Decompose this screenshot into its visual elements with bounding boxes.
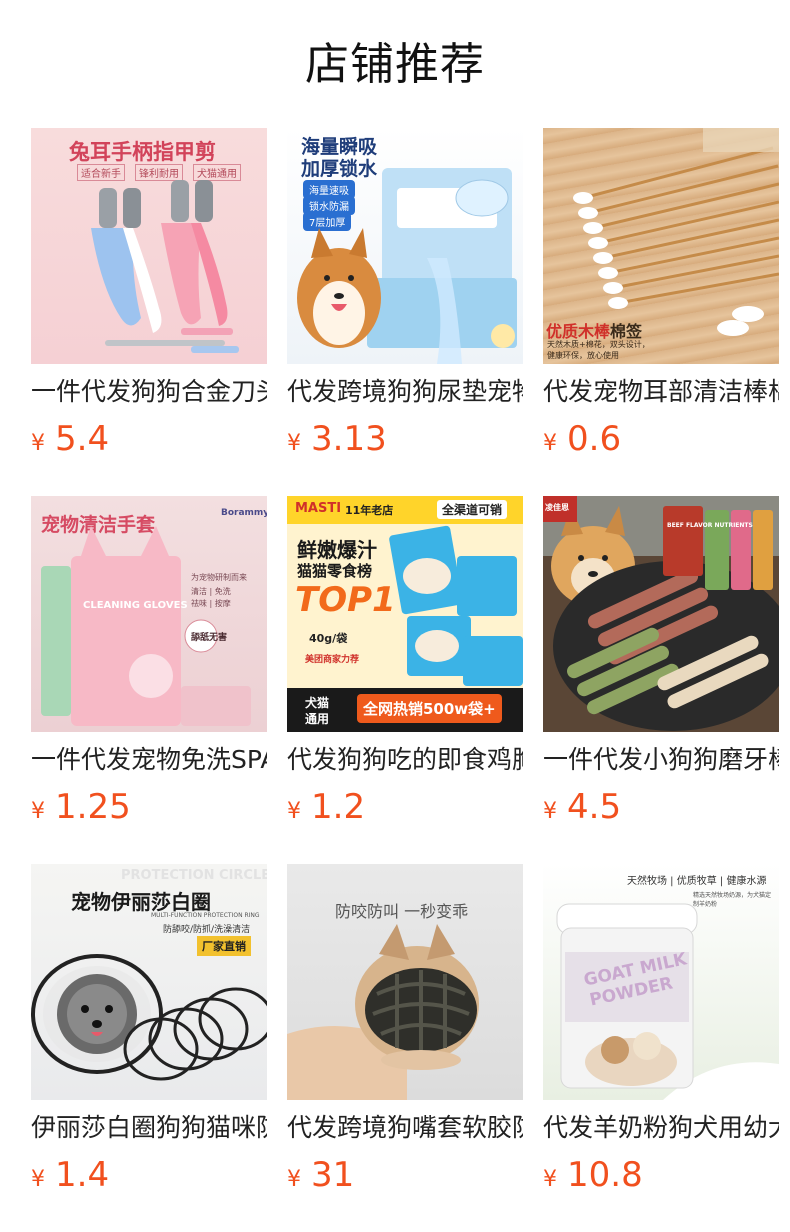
pee-pad-illustration: [297, 168, 517, 364]
product-image[interactable]: 宠物清洁手套 Borammy CLEANING GLOVES 为宠物研制而来 清…: [31, 496, 267, 732]
price-value: 3.13: [311, 419, 387, 459]
currency-symbol: ¥: [287, 799, 301, 824]
product-price: ¥1.2: [287, 784, 523, 836]
price-value: 0.6: [567, 419, 622, 459]
pack-label: CLEANING GLOVES: [83, 600, 188, 611]
product-image[interactable]: 海量瞬吸 加厚锁水 海量速吸 锁水防漏 7层加厚: [287, 128, 523, 364]
image-feature: 祛味 | 按摩: [191, 599, 231, 608]
product-name[interactable]: 代发狗狗吃的即食鸡胸肉: [287, 744, 523, 776]
product-card[interactable]: 防咬防叫 一秒变乖 代发跨境狗嘴套软胶防咬 ¥31: [287, 864, 523, 1204]
product-card[interactable]: PROTECTION CIRCLE 宠物伊丽莎白圈 MULTI-FUNCTION…: [31, 864, 267, 1204]
side-label: 犬猫: [305, 696, 330, 710]
product-card[interactable]: 兔耳手柄指甲剪 适合新手 锋利耐用 犬猫通用 一件代发狗狗合金刀 ¥ 5.4: [31, 128, 267, 468]
currency-symbol: ¥: [31, 1167, 45, 1192]
muzzle-illustration: [287, 924, 479, 1100]
product-name[interactable]: 代发宠物耳部清洁棒棉签: [543, 376, 779, 408]
product-price: ¥5.4: [31, 416, 267, 468]
currency-symbol: ¥: [287, 1167, 301, 1192]
product-price: ¥10.8: [543, 1152, 779, 1204]
glove-pack-illustration: [41, 526, 251, 726]
product-image[interactable]: MASTI 11年老店 全渠道可销 鲜嫩爆汁 猫猫零食榜 TOP1 40g/袋 …: [287, 496, 523, 732]
product-price: ¥3.13: [287, 416, 523, 468]
price-value: 1.4: [55, 1155, 110, 1195]
product-grid: 兔耳手柄指甲剪 适合新手 锋利耐用 犬猫通用 一件代发狗狗合金刀 ¥ 5.4 海…: [0, 0, 790, 1232]
currency-symbol: ¥: [543, 1167, 557, 1192]
product-card[interactable]: 宠物清洁手套 Borammy CLEANING GLOVES 为宠物研制而来 清…: [31, 496, 267, 836]
nail-clipper-illustration: [91, 180, 239, 353]
price-value: 1.2: [311, 787, 366, 827]
currency-symbol: ¥: [543, 431, 557, 456]
price-value: 31: [311, 1155, 355, 1195]
product-name[interactable]: 一件代发狗狗合金刀头指甲剪: [31, 376, 267, 408]
currency-symbol: ¥: [31, 799, 45, 824]
product-image[interactable]: 天然牧场 | 优质牧草 | 健康水源 精选天然牧场奶源，为犬猫定制羊奶粉 GOA…: [543, 864, 779, 1100]
product-card[interactable]: BEEF FLAVOR NUTRIENTS 凌佳恩 一件代发小狗狗磨牙棒 ¥4.…: [543, 496, 779, 836]
currency-symbol: ¥: [287, 431, 301, 456]
price-value: 10.8: [567, 1155, 643, 1195]
product-name[interactable]: 伊丽莎白圈狗狗猫咪防舔: [31, 1112, 267, 1144]
product-card[interactable]: 海量瞬吸 加厚锁水 海量速吸 锁水防漏 7层加厚 代发跨境狗狗尿垫宠物 ¥ 3.…: [287, 128, 523, 468]
currency-symbol: ¥: [31, 431, 45, 456]
product-price: ¥31: [287, 1152, 523, 1204]
product-name[interactable]: 代发跨境狗嘴套软胶防咬: [287, 1112, 523, 1144]
collar-illustration: [31, 954, 267, 1081]
sales-banner: 全网热销500w袋+: [357, 694, 502, 723]
pack-label: BEEF FLAVOR NUTRIENTS: [667, 522, 753, 529]
dental-chew-illustration: [543, 496, 779, 732]
product-card[interactable]: 天然牧场 | 优质牧草 | 健康水源 精选天然牧场奶源，为犬猫定制羊奶粉 GOA…: [543, 864, 779, 1204]
product-image[interactable]: PROTECTION CIRCLE 宠物伊丽莎白圈 MULTI-FUNCTION…: [31, 864, 267, 1100]
product-price: ¥1.4: [31, 1152, 267, 1204]
product-name[interactable]: 一件代发小狗狗磨牙棒: [543, 744, 779, 776]
product-name[interactable]: 代发羊奶粉狗犬用幼犬: [543, 1112, 779, 1144]
price-value: 5.4: [55, 419, 110, 459]
product-image[interactable]: 兔耳手柄指甲剪 适合新手 锋利耐用 犬猫通用: [31, 128, 267, 364]
product-image[interactable]: 优质木棒棉签 天然木质+棉花，双头设计， 健康环保，放心使用: [543, 128, 779, 364]
product-name[interactable]: 一件代发宠物免洗SPA手套: [31, 744, 267, 776]
image-subtext: 天然木质+棉花，双头设计，: [547, 340, 650, 349]
product-card[interactable]: MASTI 11年老店 全渠道可销 鲜嫩爆汁 猫猫零食榜 TOP1 40g/袋 …: [287, 496, 523, 836]
product-card[interactable]: 优质木棒棉签 天然木质+棉花，双头设计， 健康环保，放心使用 代发宠物耳部清洁棒…: [543, 128, 779, 468]
brand-logo: 凌佳恩: [545, 503, 569, 512]
product-price: ¥1.25: [31, 784, 267, 836]
image-subtext: 健康环保，放心使用: [547, 351, 619, 360]
image-feature: 为宠物研制而来: [191, 573, 247, 582]
price-value: 1.25: [55, 787, 131, 827]
currency-symbol: ¥: [543, 799, 557, 824]
image-badge: 舔舐无害: [191, 633, 228, 643]
product-price: ¥4.5: [543, 784, 779, 836]
product-image[interactable]: BEEF FLAVOR NUTRIENTS 凌佳恩: [543, 496, 779, 732]
product-image[interactable]: 防咬防叫 一秒变乖: [287, 864, 523, 1100]
image-feature: 清洁 | 免洗: [191, 587, 231, 596]
product-name[interactable]: 代发跨境狗狗尿垫宠物: [287, 376, 523, 408]
product-price: ¥0.6: [543, 416, 779, 468]
side-label: 通用: [305, 712, 330, 726]
price-value: 4.5: [567, 787, 622, 827]
